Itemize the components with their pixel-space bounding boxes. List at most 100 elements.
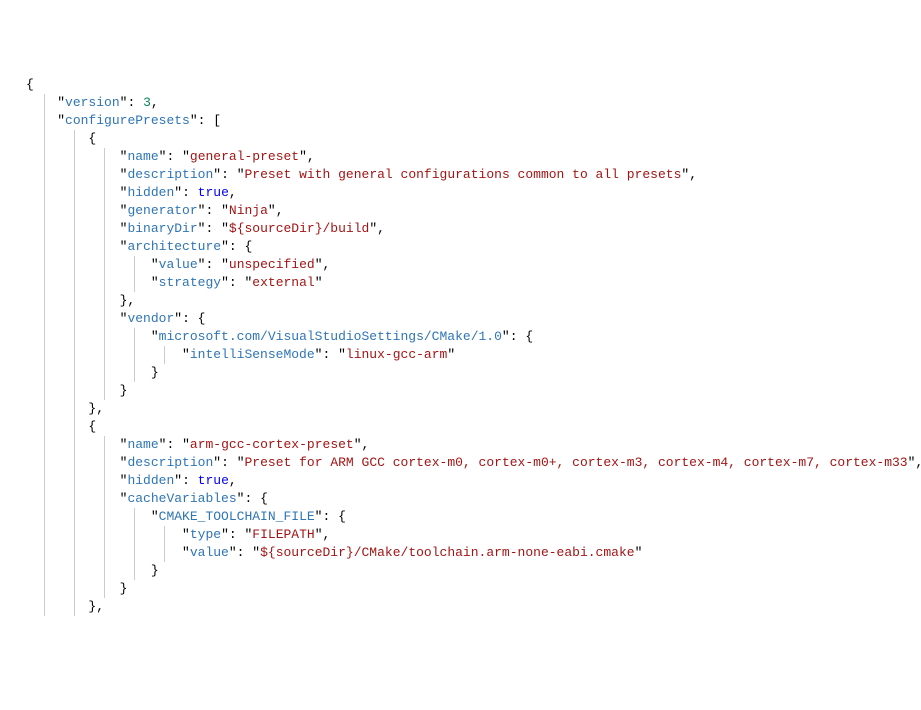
json-token: : [205,203,221,218]
json-token: " [151,509,159,524]
json-token: " [221,221,229,236]
json-token: ${sourceDir}/CMake/toolchain.arm-none-ea… [260,545,634,560]
json-token: generator [127,203,197,218]
json-token: name [127,149,158,164]
code-line: "value": "unspecified", [8,256,913,274]
json-token: : [221,167,237,182]
json-token: : { [510,329,533,344]
code-line: "name": "arm-gcc-cortex-preset", [8,436,913,454]
json-token: " [221,257,229,272]
json-token: general-preset [190,149,299,164]
json-token: Ninja [229,203,268,218]
json-token: , [362,437,370,452]
json-token: " [237,167,245,182]
json-token: Preset for ARM GCC cortex-m0, cortex-m0+… [245,455,908,470]
json-token: , [307,149,315,164]
json-token: external [252,275,314,290]
json-token: " [502,329,510,344]
json-token: : { [182,311,205,326]
json-token: : [166,437,182,452]
json-token: " [151,257,159,272]
json-token: " [151,275,159,290]
code-line: { [8,130,913,148]
json-token: " [213,167,221,182]
json-token: " [237,455,245,470]
json-token: 3 [143,95,151,110]
json-token: type [190,527,221,542]
code-line: "value": "${sourceDir}/CMake/toolchain.a… [8,544,913,562]
json-token: Preset with general configurations commo… [245,167,682,182]
json-token: : { [322,509,345,524]
json-token: : [322,347,338,362]
code-line: { [8,76,913,94]
json-token: " [315,257,323,272]
json-token: cacheVariables [127,491,236,506]
json-token: : [ [198,113,221,128]
json-token: name [127,437,158,452]
json-token: architecture [127,239,221,254]
code-line: "hidden": true, [8,184,913,202]
json-token: " [315,527,323,542]
json-token: : [229,527,245,542]
code-line: "description": "Preset for ARM GCC corte… [8,454,913,472]
json-token: }, [88,599,104,614]
json-token: " [221,275,229,290]
json-token: { [88,131,96,146]
json-token: " [182,347,190,362]
json-token: version [65,95,120,110]
json-token: , [323,527,331,542]
json-token: " [182,149,190,164]
code-line: "binaryDir": "${sourceDir}/build", [8,220,913,238]
json-token: : [182,185,198,200]
json-token: , [915,455,921,470]
code-line: }, [8,400,913,418]
json-token: binaryDir [127,221,197,236]
json-token: true [198,473,229,488]
code-line: "strategy": "external" [8,274,913,292]
code-line: "CMAKE_TOOLCHAIN_FILE": { [8,508,913,526]
code-line: "generator": "Ninja", [8,202,913,220]
json-token: " [151,329,159,344]
code-line: } [8,562,913,580]
json-token: ${sourceDir}/build [229,221,369,236]
json-token: } [151,563,159,578]
json-token: strategy [159,275,221,290]
json-token: , [276,203,284,218]
code-line: "vendor": { [8,310,913,328]
json-token: value [159,257,198,272]
code-line: "configurePresets": [ [8,112,913,130]
json-code-block: { "version": 3, "configurePresets": [ { … [8,76,913,616]
json-token: : [205,221,221,236]
code-line: "type": "FILEPATH", [8,526,913,544]
json-token: " [315,275,323,290]
json-token: : [127,95,143,110]
json-token: , [323,257,331,272]
json-token: intelliSenseMode [190,347,315,362]
json-token: { [26,77,34,92]
json-token: }, [88,401,104,416]
json-token: : [166,149,182,164]
json-token: " [221,527,229,542]
code-line: "name": "general-preset", [8,148,913,166]
json-token: " [221,239,229,254]
json-token: linux-gcc-arm [346,347,447,362]
json-token: vendor [127,311,174,326]
code-line: }, [8,598,913,616]
json-token: , [151,95,159,110]
json-token: " [182,527,190,542]
code-line: "intelliSenseMode": "linux-gcc-arm" [8,346,913,364]
json-token: hidden [127,185,174,200]
code-line: "version": 3, [8,94,913,112]
code-line: "cacheVariables": { [8,490,913,508]
json-token: , [689,167,697,182]
json-token: : { [244,491,267,506]
code-line: }, [8,292,913,310]
code-line: { [8,418,913,436]
json-token: " [57,113,65,128]
json-token: " [338,347,346,362]
json-token: microsoft.com/VisualStudioSettings/CMake… [159,329,502,344]
json-token: } [120,581,128,596]
json-token: , [377,221,385,236]
json-token: " [174,185,182,200]
code-line: } [8,382,913,400]
